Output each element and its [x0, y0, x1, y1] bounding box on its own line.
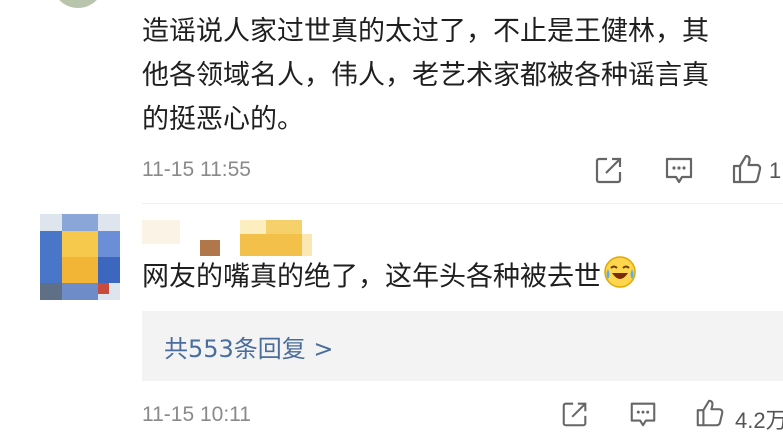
- comment-text-line: 的挺恶心的。: [142, 104, 304, 135]
- like-count: 1: [769, 158, 782, 183]
- comment-icon[interactable]: [663, 154, 695, 186]
- comment-timestamp: 11-15 11:55: [142, 158, 251, 181]
- avatar[interactable]: [52, 0, 104, 8]
- like-count: 4.2万: [735, 408, 783, 433]
- view-replies-link[interactable]: 共553条回复 >: [164, 329, 334, 364]
- comment-icon[interactable]: [628, 399, 658, 429]
- share-icon[interactable]: [593, 154, 625, 186]
- share-icon[interactable]: [560, 399, 590, 429]
- comment-text-line: 造谣说人家过世真的太过了，不止是王健林，其: [142, 16, 709, 47]
- replies-panel: 共553条回复 >: [142, 311, 783, 381]
- avatar[interactable]: [40, 214, 120, 300]
- thumbs-up-icon[interactable]: [694, 397, 726, 429]
- comment-timestamp: 11-15 10:11: [142, 403, 251, 426]
- username-obscured[interactable]: [142, 220, 312, 258]
- comment-text: 网友的嘴真的绝了，这年头各种被去世: [142, 255, 637, 301]
- thumbs-up-icon[interactable]: [730, 152, 764, 186]
- divider: [142, 203, 783, 204]
- comment-text-line: 他各领域名人，伟人，老艺术家都被各种谣言真: [142, 60, 709, 91]
- laughing-crying-emoji: [603, 255, 637, 301]
